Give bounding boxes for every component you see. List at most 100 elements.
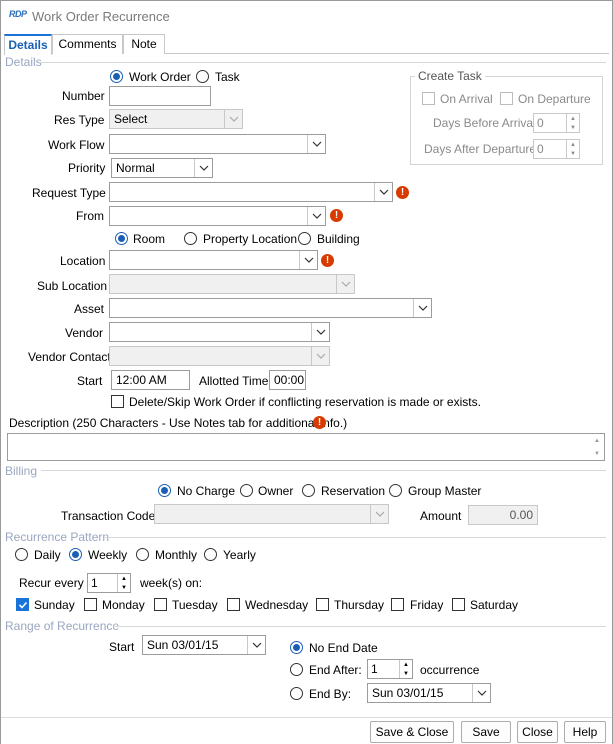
- down-arrow-icon[interactable]: ▼: [400, 669, 412, 678]
- day-checkbox-monday[interactable]: [84, 598, 97, 611]
- chevron-down-icon[interactable]: [472, 684, 490, 702]
- end-by-date-select[interactable]: Sun 03/01/15: [367, 683, 491, 703]
- end-by-value: Sun 03/01/15: [372, 686, 444, 700]
- chevron-down-icon[interactable]: [247, 636, 265, 654]
- up-arrow-icon[interactable]: ▲: [567, 114, 579, 123]
- skip-conflict-checkbox[interactable]: [111, 395, 124, 408]
- asset-select[interactable]: [109, 298, 432, 318]
- res-type-select[interactable]: Select: [109, 109, 243, 129]
- recur-every-value: 1: [91, 576, 98, 590]
- day-checkbox-tuesday[interactable]: [154, 598, 167, 611]
- textarea-scrollbar[interactable]: ▲ ▼: [590, 434, 604, 460]
- days-after-departure-stepper[interactable]: 0 ▲ ▼: [533, 139, 580, 159]
- from-select[interactable]: [109, 206, 326, 226]
- vendor-label: Vendor: [65, 326, 104, 340]
- work-order-recurrence-window: RDP Work Order Recurrence Details Commen…: [0, 0, 613, 744]
- work-order-radio[interactable]: [110, 70, 123, 83]
- monthly-radio[interactable]: [136, 548, 149, 561]
- room-label: Room: [133, 232, 166, 246]
- days-before-arrival-stepper[interactable]: 0 ▲ ▼: [533, 113, 580, 133]
- vendor-contact-select[interactable]: [109, 346, 330, 366]
- weekly-radio[interactable]: [69, 548, 82, 561]
- number-input[interactable]: [109, 86, 211, 106]
- tab-note[interactable]: Note: [123, 34, 165, 54]
- scroll-up-icon[interactable]: ▲: [590, 434, 604, 447]
- end-after-value: 1: [371, 662, 378, 676]
- property-location-label: Property Location: [203, 232, 298, 246]
- request-type-select[interactable]: [109, 182, 393, 202]
- chevron-down-icon[interactable]: [224, 110, 242, 128]
- owner-radio[interactable]: [240, 484, 253, 497]
- chevron-down-icon[interactable]: [370, 505, 388, 523]
- app-logo: RDP: [9, 9, 27, 19]
- chevron-down-icon[interactable]: [194, 159, 212, 177]
- sub-location-select[interactable]: [109, 274, 355, 294]
- no-charge-radio[interactable]: [158, 484, 171, 497]
- stepper-buttons[interactable]: ▲ ▼: [566, 114, 579, 132]
- day-checkbox-thursday[interactable]: [316, 598, 329, 611]
- weekly-label: Weekly: [88, 548, 128, 562]
- day-checkbox-sunday[interactable]: [16, 598, 29, 611]
- chevron-down-icon[interactable]: [374, 183, 392, 201]
- description-textarea[interactable]: ▲ ▼: [7, 433, 605, 461]
- chevron-down-icon[interactable]: [336, 275, 354, 293]
- day-label-sunday: Sunday: [34, 598, 75, 612]
- save-button[interactable]: Save: [461, 721, 511, 743]
- range-start-date-select[interactable]: Sun 03/01/15: [142, 635, 266, 655]
- chevron-down-icon[interactable]: [311, 347, 329, 365]
- day-checkbox-wednesday[interactable]: [227, 598, 240, 611]
- recur-every-label: Recur every: [19, 576, 84, 590]
- end-after-stepper[interactable]: 1 ▲ ▼: [367, 659, 413, 679]
- reservation-radio[interactable]: [302, 484, 315, 497]
- tab-details[interactable]: Details: [4, 34, 52, 55]
- location-select[interactable]: [109, 250, 318, 270]
- save-close-button[interactable]: Save & Close: [370, 721, 454, 743]
- priority-select[interactable]: Normal: [111, 158, 213, 178]
- down-arrow-icon[interactable]: ▼: [567, 123, 579, 132]
- up-arrow-icon[interactable]: ▲: [118, 574, 130, 583]
- up-arrow-icon[interactable]: ▲: [400, 660, 412, 669]
- end-after-radio[interactable]: [290, 663, 303, 676]
- task-radio[interactable]: [196, 70, 209, 83]
- property-location-radio[interactable]: [184, 232, 197, 245]
- building-radio[interactable]: [298, 232, 311, 245]
- start-time-input[interactable]: 12:00 AM: [111, 370, 190, 390]
- transaction-code-select[interactable]: [154, 504, 389, 524]
- tab-comments[interactable]: Comments: [52, 34, 123, 54]
- on-arrival-checkbox[interactable]: [422, 92, 435, 105]
- scroll-down-icon[interactable]: ▼: [590, 447, 604, 460]
- daily-radio[interactable]: [15, 548, 28, 561]
- help-button[interactable]: Help: [564, 721, 606, 743]
- down-arrow-icon[interactable]: ▼: [567, 149, 579, 158]
- chevron-down-icon[interactable]: [307, 207, 325, 225]
- chevron-down-icon[interactable]: [311, 323, 329, 341]
- amount-input[interactable]: 0.00: [468, 505, 538, 525]
- reservation-label: Reservation: [321, 484, 386, 498]
- up-arrow-icon[interactable]: ▲: [567, 140, 579, 149]
- stepper-buttons[interactable]: ▲ ▼: [399, 660, 412, 678]
- room-radio[interactable]: [115, 232, 128, 245]
- chevron-down-icon[interactable]: [413, 299, 431, 317]
- chevron-down-icon[interactable]: [299, 251, 317, 269]
- down-arrow-icon[interactable]: ▼: [118, 583, 130, 592]
- stepper-buttons[interactable]: ▲ ▼: [117, 574, 130, 592]
- end-by-radio[interactable]: [290, 687, 303, 700]
- recur-every-stepper[interactable]: 1 ▲ ▼: [87, 573, 131, 593]
- close-button[interactable]: Close: [517, 721, 558, 743]
- work-flow-select[interactable]: [109, 134, 326, 154]
- day-checkbox-friday[interactable]: [391, 598, 404, 611]
- group-master-radio[interactable]: [389, 484, 402, 497]
- day-checkbox-saturday[interactable]: [452, 598, 465, 611]
- stepper-buttons[interactable]: ▲ ▼: [566, 140, 579, 158]
- chevron-down-icon[interactable]: [307, 135, 325, 153]
- vendor-select[interactable]: [109, 322, 330, 342]
- monthly-label: Monthly: [155, 548, 198, 562]
- section-recurrence-title: Recurrence Pattern: [5, 530, 110, 544]
- allotted-time-input[interactable]: 00:00: [269, 370, 306, 390]
- on-departure-checkbox[interactable]: [500, 92, 513, 105]
- no-end-date-radio[interactable]: [290, 641, 303, 654]
- yearly-radio[interactable]: [204, 548, 217, 561]
- vendor-contact-label: Vendor Contact: [28, 350, 111, 364]
- transaction-code-label: Transaction Code: [61, 509, 156, 523]
- occurrence-label: occurrence: [420, 663, 480, 677]
